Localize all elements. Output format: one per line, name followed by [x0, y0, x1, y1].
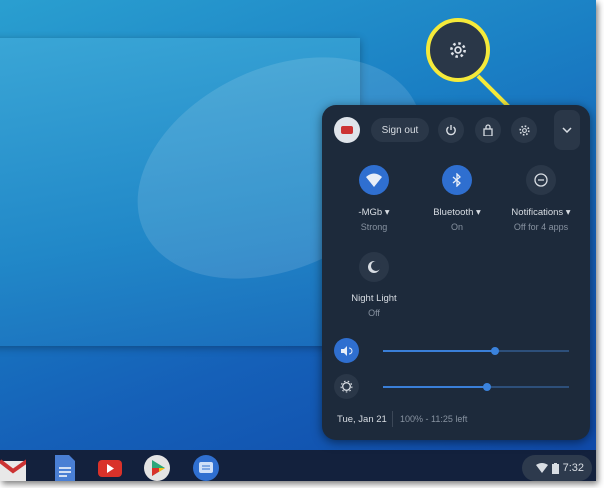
power-icon [446, 125, 456, 136]
night-light-toggle[interactable] [359, 252, 389, 282]
gear-icon [518, 124, 530, 136]
date[interactable]: Tue, Jan 21 [337, 414, 387, 425]
night-light-status: Off [368, 308, 380, 318]
volume-icon [340, 345, 352, 356]
settings-callout [426, 18, 490, 82]
mute-button[interactable] [334, 338, 359, 363]
notifications-status: Off for 4 apps [513, 222, 569, 232]
notifications-label[interactable]: Notifications ▾ [496, 207, 586, 218]
quick-settings-panel: Sign out -MGb ▾ Strong Bluetooth ▾ On No… [322, 105, 590, 440]
wifi-label[interactable]: -MGb ▾ [329, 207, 419, 218]
brightness-button [334, 374, 359, 399]
settings-button[interactable] [511, 117, 537, 143]
battery-status: 100% - 11:25 left [400, 414, 468, 424]
notifications-toggle[interactable] [526, 165, 556, 195]
brightness-slider-handle[interactable] [483, 383, 492, 391]
sign-out-button[interactable]: Sign out [371, 118, 429, 142]
bluetooth-label[interactable]: Bluetooth ▾ [412, 207, 502, 218]
wifi-status: Strong [360, 222, 388, 232]
avatar[interactable] [334, 117, 360, 143]
do-not-disturb-icon [534, 173, 548, 187]
desktop: 7:32 Sign out -MGb ▾ Strong Bluetooth ▾ … [0, 0, 596, 481]
gear-icon [450, 42, 466, 58]
volume-slider[interactable] [383, 347, 569, 355]
divider [392, 411, 393, 427]
lock-button[interactable] [475, 117, 501, 143]
wifi-icon [366, 173, 382, 187]
night-light-icon [368, 261, 381, 273]
power-button[interactable] [438, 117, 464, 143]
brightness-slider[interactable] [383, 383, 569, 391]
chevron-down-icon [562, 127, 572, 133]
bluetooth-icon [452, 173, 461, 187]
volume-slider-handle[interactable] [490, 347, 499, 355]
brightness-icon [340, 380, 353, 393]
wifi-toggle[interactable] [359, 165, 389, 195]
collapse-button[interactable] [554, 110, 580, 150]
bluetooth-status: On [450, 222, 463, 232]
night-light-label: Night Light [351, 293, 397, 304]
bluetooth-toggle[interactable] [442, 165, 472, 195]
lock-icon [483, 124, 493, 136]
